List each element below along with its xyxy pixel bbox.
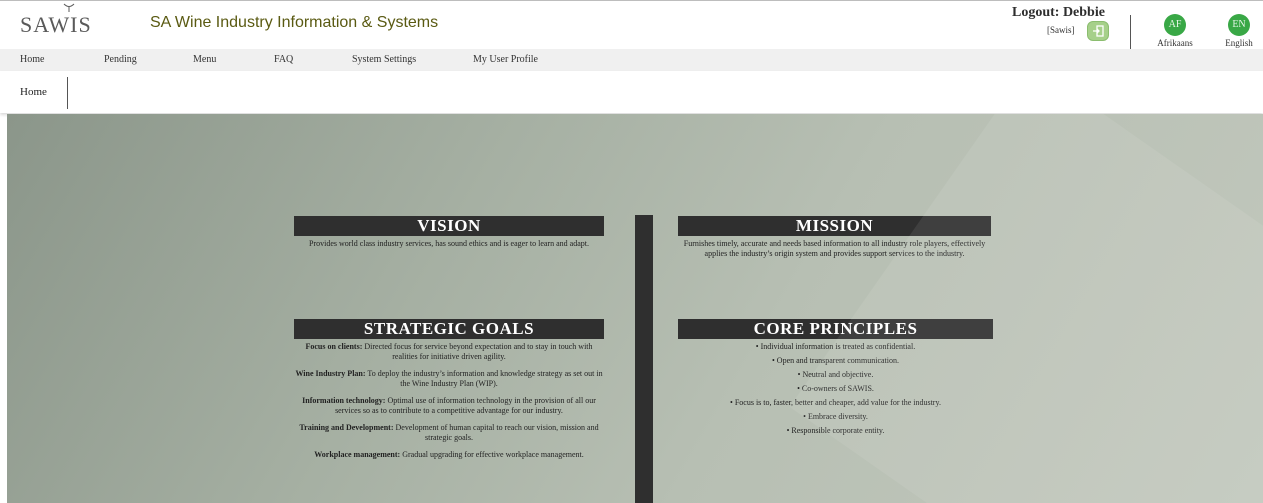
goal-label: Wine Industry Plan: — [295, 369, 366, 378]
principle-item: • Co-owners of SAWIS. — [797, 384, 874, 393]
goal-item: Wine Industry Plan: To deploy the indust… — [294, 369, 604, 389]
breadcrumb-home[interactable]: Home — [20, 86, 47, 98]
principle-item: • Open and transparent communication. — [772, 356, 899, 365]
strategic-goals-list: Focus on clients: Directed focus for ser… — [294, 342, 604, 460]
principle-item: • Focus is to, faster, better and cheape… — [730, 398, 941, 407]
nav-pending[interactable]: Pending — [104, 54, 137, 65]
principle-item: • Responsible corporate entity. — [786, 426, 885, 435]
mission-section: MISSION Furnishes timely, accurate and n… — [678, 216, 991, 259]
exit-door-icon — [1093, 25, 1104, 37]
nav-home[interactable]: Home — [20, 54, 44, 65]
goal-item: Training and Development: Development of… — [294, 423, 604, 443]
breadcrumb: Home — [0, 71, 1263, 113]
nav-faq[interactable]: FAQ — [274, 54, 293, 65]
vision-section: VISION Provides world class industry ser… — [294, 216, 604, 249]
app-title: SA Wine Industry Information & Systems — [150, 14, 439, 31]
goal-item: Focus on clients: Directed focus for ser… — [294, 342, 604, 362]
goal-label: Focus on clients: — [305, 342, 363, 351]
principle-item: • Neutral and objective. — [797, 370, 874, 379]
goal-text: Directed focus for service beyond expect… — [362, 342, 593, 361]
nav-system-settings[interactable]: System Settings — [352, 54, 416, 65]
breadcrumb-divider — [67, 77, 68, 109]
goal-label: Workplace management: — [314, 450, 401, 459]
language-label-af: Afrikaans — [1157, 38, 1193, 48]
vision-heading: VISION — [294, 216, 604, 236]
language-afrikaans[interactable]: AF Afrikaans — [1155, 14, 1195, 48]
app-header: SAWIS SA Wine Industry Information & Sys… — [0, 0, 1263, 72]
nav-menu[interactable]: Menu — [193, 54, 216, 65]
language-badge-en: EN — [1228, 14, 1250, 36]
goal-item: Workplace management: Gradual upgrading … — [294, 450, 604, 460]
sawis-logo[interactable]: SAWIS — [20, 3, 92, 38]
goal-label: Information technology: — [302, 396, 386, 405]
language-english[interactable]: EN English — [1219, 14, 1259, 48]
strategic-goals-heading: STRATEGIC GOALS — [294, 319, 604, 339]
language-label-en: English — [1225, 38, 1253, 48]
main-nav: Home Pending Menu FAQ System Settings My… — [0, 49, 1263, 71]
mission-heading: MISSION — [678, 216, 991, 236]
goal-text: Development of human capital to reach ou… — [393, 423, 599, 442]
principle-item: • Individual information is treated as c… — [755, 342, 916, 351]
vision-text: Provides world class industry services, … — [309, 239, 589, 248]
goal-item: Information technology: Optimal use of i… — [294, 396, 604, 416]
core-principles-heading: CORE PRINCIPLES — [678, 319, 993, 339]
core-principles-section: CORE PRINCIPLES • Individual information… — [678, 319, 993, 440]
logout-button[interactable] — [1087, 21, 1109, 41]
strategic-goals-section: STRATEGIC GOALS Focus on clients: Direct… — [294, 319, 604, 467]
wine-glass-icon — [63, 3, 75, 12]
goal-text: Gradual upgrading for effective workplac… — [400, 450, 584, 459]
core-principles-list: • Individual information is treated as c… — [678, 342, 993, 436]
goal-text: To deploy the industry’s information and… — [365, 369, 603, 388]
goal-label: Training and Development: — [299, 423, 394, 432]
organisation-label: [Sawis] — [1047, 25, 1075, 35]
principle-item: • Embrace diversity. — [803, 412, 868, 421]
nav-my-user-profile[interactable]: My User Profile — [473, 54, 538, 65]
logo-text: SAWIS — [20, 12, 92, 37]
center-divider-bar — [635, 215, 653, 503]
language-badge-af: AF — [1164, 14, 1186, 36]
main-content: VISION Provides world class industry ser… — [7, 114, 1263, 503]
logout-link[interactable]: Logout: Debbie — [1012, 5, 1105, 21]
mission-text: Furnishes timely, accurate and needs bas… — [683, 239, 986, 258]
